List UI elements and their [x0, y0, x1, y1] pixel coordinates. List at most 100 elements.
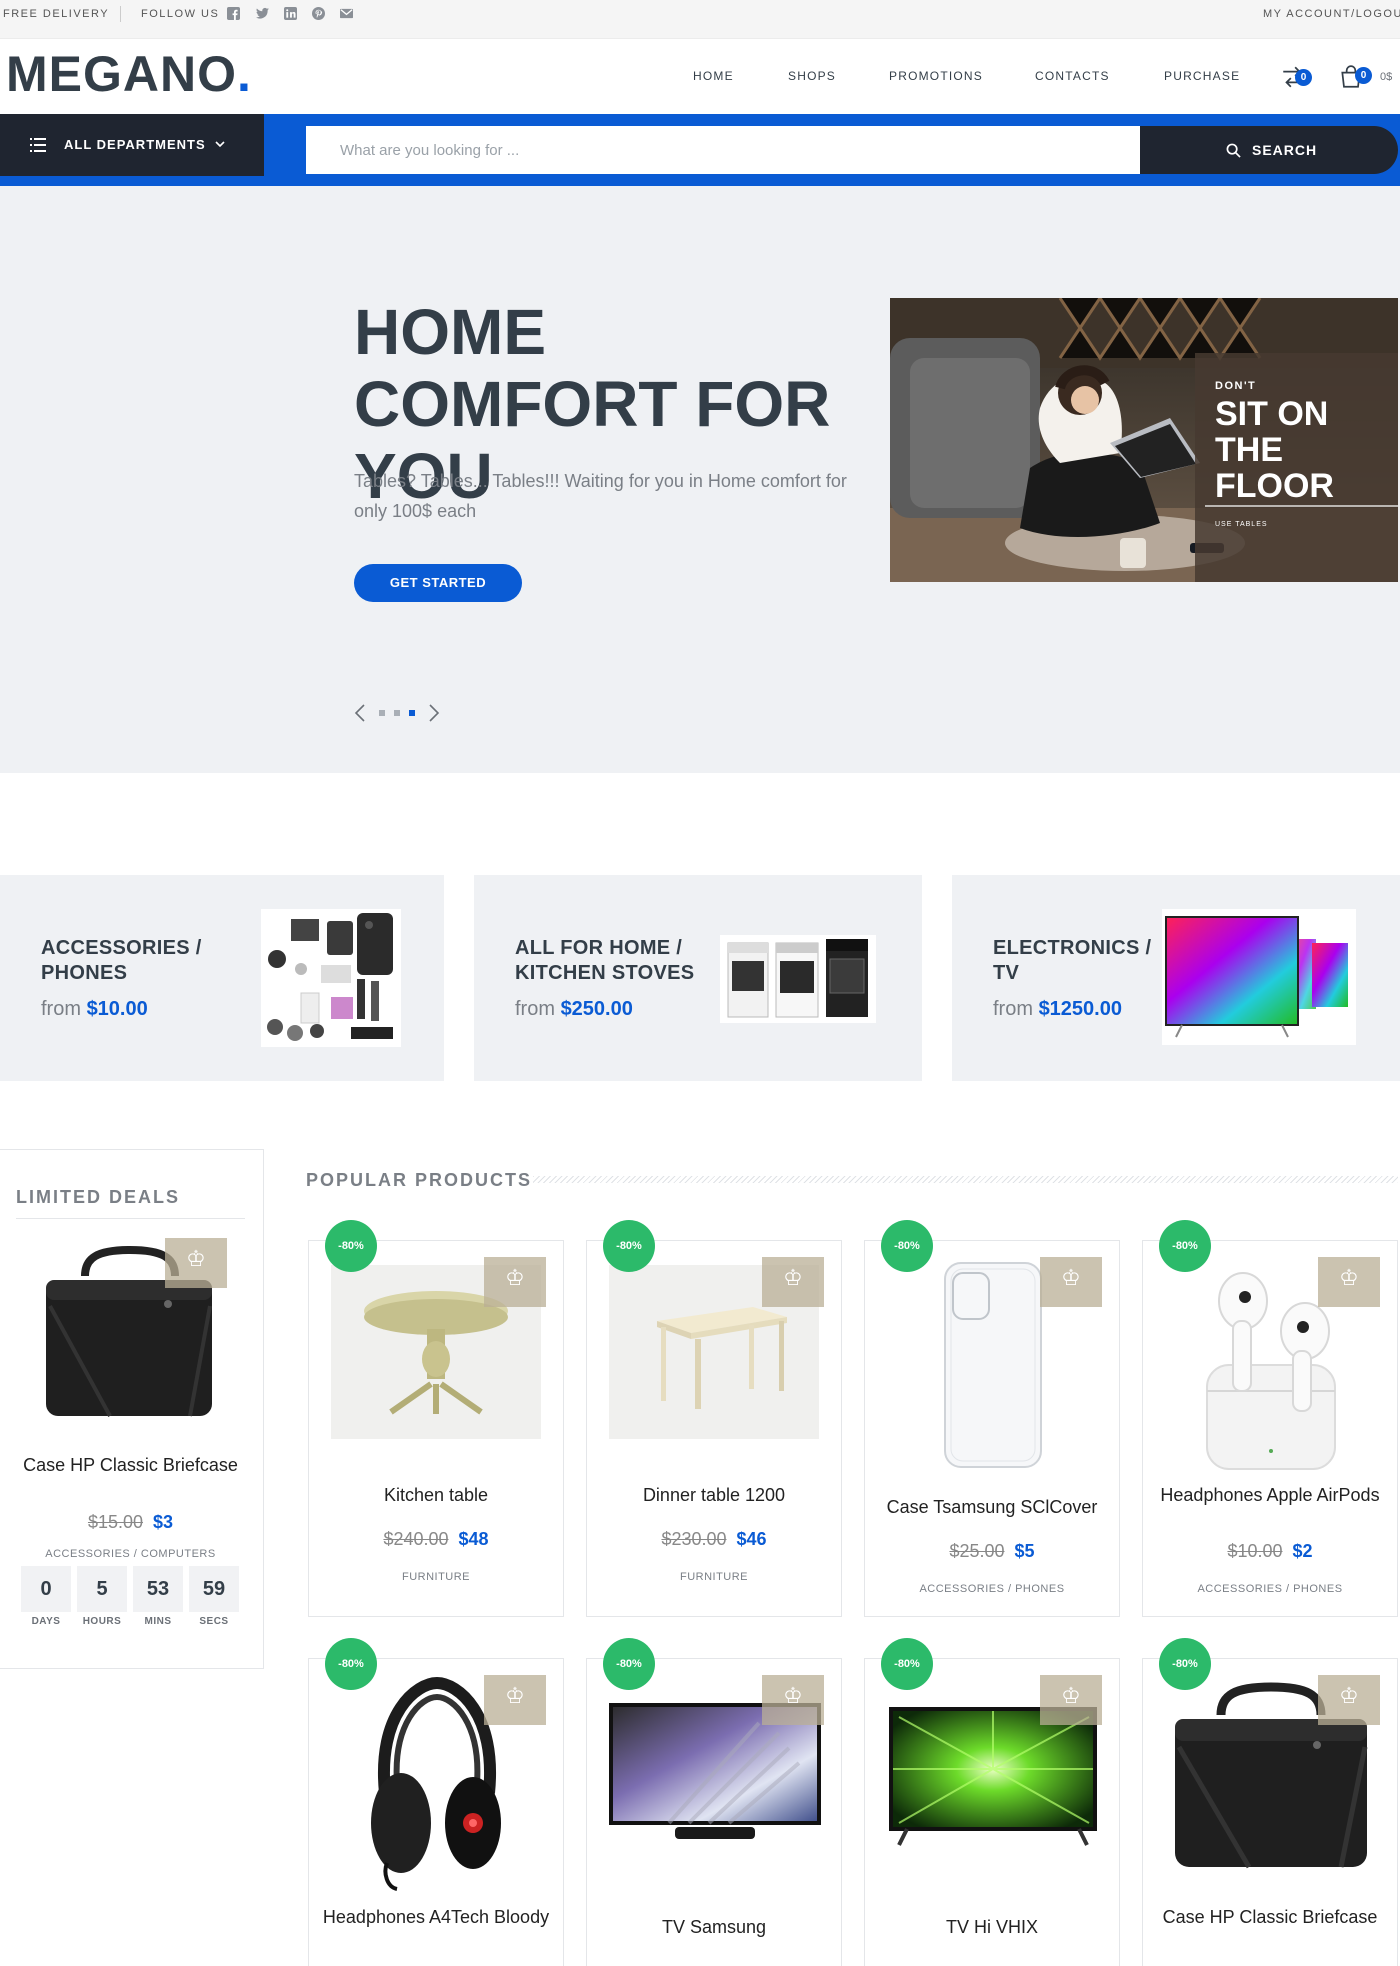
- caption-line-1: SIT ON: [1215, 395, 1328, 433]
- logo-text: MEGANO: [6, 46, 237, 102]
- countdown-hours-label: HOURS: [82, 1616, 122, 1627]
- sale-price: $2: [1292, 1541, 1313, 1561]
- product-name[interactable]: TV Samsung: [587, 1916, 841, 1938]
- category-card-electronics-tv[interactable]: ELECTRONICS / TV from $1250.00: [952, 875, 1400, 1081]
- title-decoration-line: [533, 1176, 1398, 1183]
- nav-shops[interactable]: SHOPS: [788, 69, 836, 83]
- search-input[interactable]: [306, 126, 1140, 174]
- sale-price: $5: [1014, 1541, 1035, 1561]
- pinterest-icon[interactable]: [312, 7, 325, 20]
- kitchen-table-image: [364, 1291, 508, 1415]
- product-card-case-tsamsung[interactable]: Case Tsamsung SClCover $25.00 $5 ACCESSOR…: [864, 1240, 1120, 1617]
- logo-dot: .: [237, 46, 252, 102]
- nav-purchase[interactable]: PURCHASE: [1164, 69, 1240, 83]
- nav-home[interactable]: HOME: [693, 69, 734, 83]
- slider-prev-arrow-icon[interactable]: [354, 704, 366, 722]
- countdown-secs-value: 59: [189, 1566, 239, 1612]
- product-name[interactable]: Dinner table 1200: [587, 1484, 841, 1506]
- product-card-tv-samsung[interactable]: TV Samsung: [586, 1658, 842, 1966]
- category-title: ACCESSORIES / PHONES: [41, 937, 202, 984]
- watermark-logo: [484, 1257, 546, 1307]
- twitter-icon[interactable]: [256, 7, 269, 20]
- category-card-kitchen-stoves[interactable]: ALL FOR HOME / KITCHEN STOVES from $250.…: [474, 875, 922, 1081]
- product-price: $25.00 $5: [865, 1541, 1119, 1562]
- product-card-headphones-a4tech[interactable]: Headphones A4Tech Bloody: [308, 1658, 564, 1966]
- countdown-mins-label: MINS: [144, 1616, 172, 1627]
- product-card-dinner-table[interactable]: Dinner table 1200 $230.00 $46 FURNITURE: [586, 1240, 842, 1617]
- get-started-button[interactable]: GET STARTED: [354, 564, 522, 602]
- countdown-days-value: 0: [21, 1566, 71, 1612]
- compare-button[interactable]: 0: [1280, 64, 1312, 92]
- from-label: from: [41, 998, 81, 1020]
- divider: [120, 6, 121, 22]
- countdown-hours-value: 5: [77, 1566, 127, 1612]
- nav-promotions[interactable]: PROMOTIONS: [889, 69, 983, 83]
- cart-button[interactable]: 0 0$: [1338, 64, 1400, 92]
- category-card-accessories-phones[interactable]: ACCESSORIES / PHONES from $10.00: [0, 875, 444, 1081]
- chevron-down-icon: [215, 141, 225, 148]
- slider-dot-3-active[interactable]: [409, 710, 415, 716]
- product-card-airpods[interactable]: Headphones Apple AirPods $10.00 $2 ACCESS…: [1142, 1240, 1398, 1617]
- dinner-table-image: [657, 1307, 787, 1409]
- watermark-logo: [165, 1238, 227, 1288]
- old-price: $240.00: [383, 1529, 449, 1549]
- linkedin-icon[interactable]: [284, 7, 297, 20]
- discount-badge: -80%: [603, 1638, 655, 1690]
- price-value: $250.00: [560, 998, 633, 1020]
- facebook-icon[interactable]: [227, 7, 240, 20]
- countdown-mins-value: 53: [133, 1566, 183, 1612]
- discount-badge: -80%: [325, 1638, 377, 1690]
- sale-price: $3: [153, 1512, 174, 1532]
- product-category[interactable]: ACCESSORIES / PHONES: [1143, 1583, 1397, 1595]
- price-value: $1250.00: [1038, 998, 1122, 1020]
- category-title: ALL FOR HOME / KITCHEN STOVES: [515, 937, 695, 984]
- logo[interactable]: MEGANO.: [6, 49, 252, 99]
- watermark-logo: [1040, 1257, 1102, 1307]
- product-name[interactable]: Headphones A4Tech Bloody: [309, 1906, 563, 1928]
- deal-product-category[interactable]: ACCESSORIES / COMPUTERS: [16, 1548, 245, 1560]
- product-category[interactable]: ACCESSORIES / PHONES: [865, 1583, 1119, 1595]
- product-category[interactable]: FURNITURE: [587, 1571, 841, 1583]
- compare-count-badge: 0: [1295, 69, 1312, 86]
- nav-contacts[interactable]: CONTACTS: [1035, 69, 1110, 83]
- caption-tag: USE TABLES: [1215, 521, 1268, 528]
- product-name[interactable]: Kitchen table: [309, 1484, 563, 1506]
- list-menu-icon: [30, 138, 46, 152]
- top-bar: FREE DELIVERY FOLLOW US MY ACCOUNT/LOGOU…: [0, 0, 1400, 39]
- cart-count-badge: 0: [1355, 67, 1372, 84]
- product-name[interactable]: Headphones Apple AirPods: [1143, 1484, 1397, 1506]
- woman-laptop-illustration: DON'T SIT ON THE FLOOR USE TABLES: [890, 298, 1398, 582]
- caption-dont: DON'T: [1215, 380, 1256, 392]
- product-price: $230.00 $46: [587, 1529, 841, 1550]
- cart-total: 0$: [1380, 71, 1393, 83]
- product-card-kitchen-table[interactable]: Kitchen table $240.00 $48 FURNITURE: [308, 1240, 564, 1617]
- product-name[interactable]: Case HP Classic Briefcase: [1143, 1906, 1397, 1928]
- caption-line-3: FLOOR: [1215, 467, 1334, 505]
- category-title: ELECTRONICS / TV: [993, 937, 1152, 984]
- watermark-logo: [762, 1675, 824, 1725]
- all-departments-dropdown[interactable]: ALL DEPARTMENTS: [0, 114, 264, 176]
- hero-subtitle: Tables? Tables... Tables!!! Waiting for …: [354, 471, 847, 521]
- product-card-tv-hi-vhix[interactable]: TV Hi VHIX: [864, 1658, 1120, 1966]
- category-price: from $1250.00: [993, 998, 1122, 1021]
- sit-on-floor-overlay: DON'T SIT ON THE FLOOR USE TABLES: [1195, 353, 1398, 582]
- product-name[interactable]: TV Hi VHIX: [865, 1916, 1119, 1938]
- email-icon[interactable]: [340, 7, 353, 20]
- divider: [16, 1218, 245, 1219]
- product-category[interactable]: FURNITURE: [309, 1571, 563, 1583]
- slider-dot-2[interactable]: [394, 710, 400, 716]
- account-logout-link[interactable]: MY ACCOUNT/LOGOUT: [1263, 8, 1400, 20]
- discount-badge: -80%: [325, 1220, 377, 1272]
- search-button[interactable]: SEARCH: [1140, 126, 1398, 174]
- slider-next-arrow-icon[interactable]: [428, 704, 440, 722]
- hi-tv-image: [889, 1707, 1097, 1846]
- product-card-case-hp-briefcase[interactable]: Case HP Classic Briefcase: [1142, 1658, 1398, 1966]
- hero-image: DON'T SIT ON THE FLOOR USE TABLES: [890, 298, 1398, 582]
- watermark-logo: [1318, 1675, 1380, 1725]
- product-name[interactable]: Case Tsamsung SClCover: [865, 1496, 1119, 1518]
- discount-badge: -80%: [603, 1220, 655, 1272]
- slider-dot-1[interactable]: [379, 710, 385, 716]
- sale-price: $48: [458, 1529, 489, 1549]
- watermark-logo: [762, 1257, 824, 1307]
- deal-product-name[interactable]: Case HP Classic Briefcase: [16, 1454, 245, 1476]
